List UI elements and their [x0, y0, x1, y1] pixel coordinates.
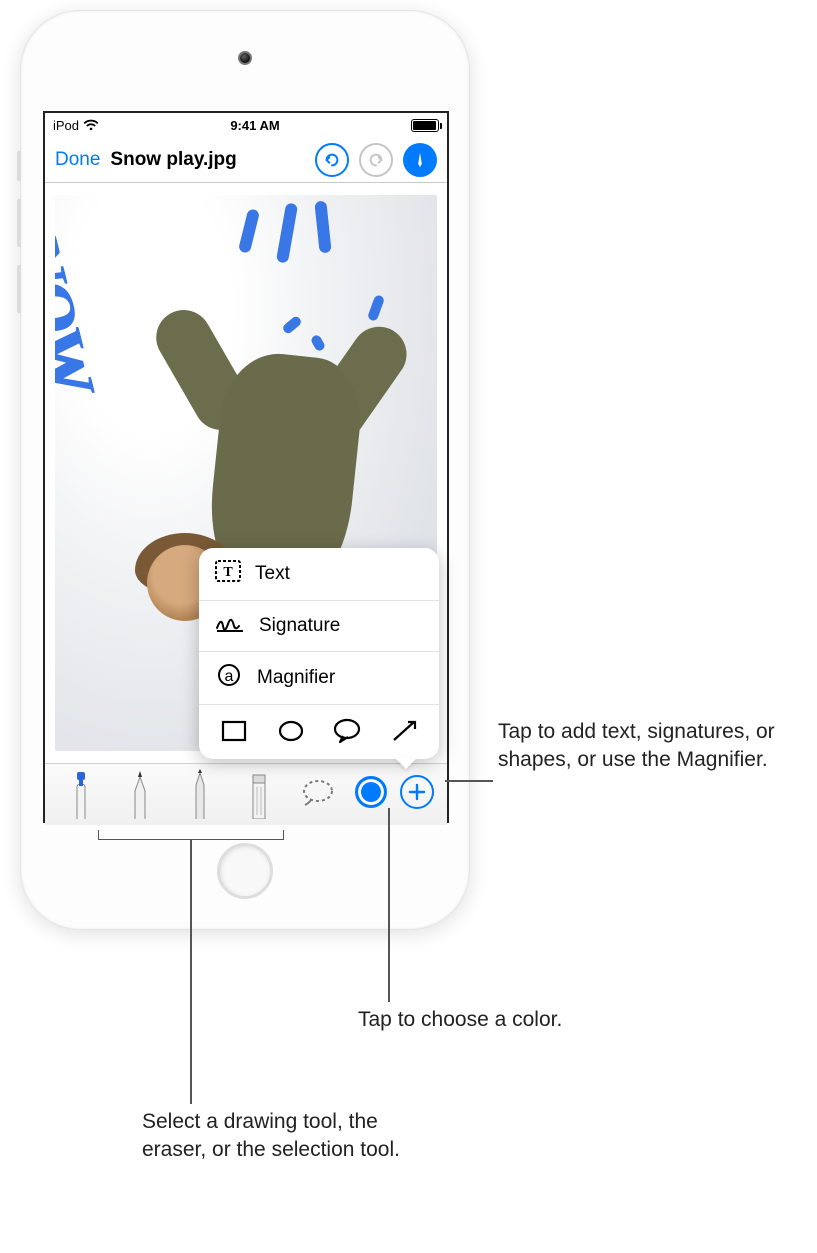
popover-magnifier-option[interactable]: a Magnifier: [199, 652, 439, 704]
markup-toolbar: [45, 763, 447, 825]
shape-arrow-button[interactable]: [385, 715, 425, 747]
markup-button[interactable]: [403, 143, 437, 177]
screen: iPod 9:41 AM Done Snow play.jpg: [43, 111, 449, 823]
highlighter-tool[interactable]: [117, 767, 163, 819]
popover-text-label: Text: [255, 563, 290, 585]
home-button[interactable]: [217, 843, 273, 899]
carrier-label: iPod: [53, 118, 79, 133]
shape-oval-button[interactable]: [271, 715, 311, 747]
markup-canvas[interactable]: SNOW T Text: [45, 183, 447, 763]
wifi-icon: [83, 119, 99, 131]
popover-magnifier-label: Magnifier: [257, 667, 335, 689]
status-bar: iPod 9:41 AM: [45, 113, 447, 137]
add-annotation-popover: T Text Signature a Magnifier: [199, 548, 439, 759]
pencil-tool[interactable]: [177, 767, 223, 819]
marker-tool[interactable]: [58, 767, 104, 819]
ipod-device-frame: iPod 9:41 AM Done Snow play.jpg: [20, 10, 470, 930]
nav-bar: Done Snow play.jpg: [45, 137, 447, 183]
signature-icon: [215, 612, 245, 640]
handwritten-annotation: SNOW: [55, 201, 111, 395]
shape-speech-bubble-button[interactable]: [328, 715, 368, 747]
svg-text:T: T: [223, 565, 233, 580]
front-camera: [238, 51, 252, 65]
popover-signature-label: Signature: [259, 615, 340, 637]
lasso-tool[interactable]: [295, 767, 341, 819]
side-buttons: [17, 151, 21, 331]
redo-button[interactable]: [359, 143, 393, 177]
callout-tools: Select a drawing tool, the eraser, or th…: [142, 1108, 432, 1165]
document-title: Snow play.jpg: [110, 149, 236, 171]
svg-text:a: a: [225, 668, 234, 685]
done-button[interactable]: Done: [55, 149, 100, 171]
shape-rectangle-button[interactable]: [214, 715, 254, 747]
popover-signature-option[interactable]: Signature: [199, 601, 439, 651]
text-icon: T: [215, 559, 241, 589]
popover-text-option[interactable]: T Text: [199, 548, 439, 600]
color-picker-button[interactable]: [355, 776, 387, 808]
add-annotation-button[interactable]: [400, 775, 434, 809]
callout-color: Tap to choose a color.: [358, 1006, 562, 1034]
clock: 9:41 AM: [230, 118, 279, 133]
magnifier-icon: a: [215, 663, 243, 693]
eraser-tool[interactable]: [236, 767, 282, 819]
undo-button[interactable]: [315, 143, 349, 177]
callout-add: Tap to add text, signatures, or shapes, …: [498, 718, 788, 775]
battery-icon: [411, 119, 439, 132]
